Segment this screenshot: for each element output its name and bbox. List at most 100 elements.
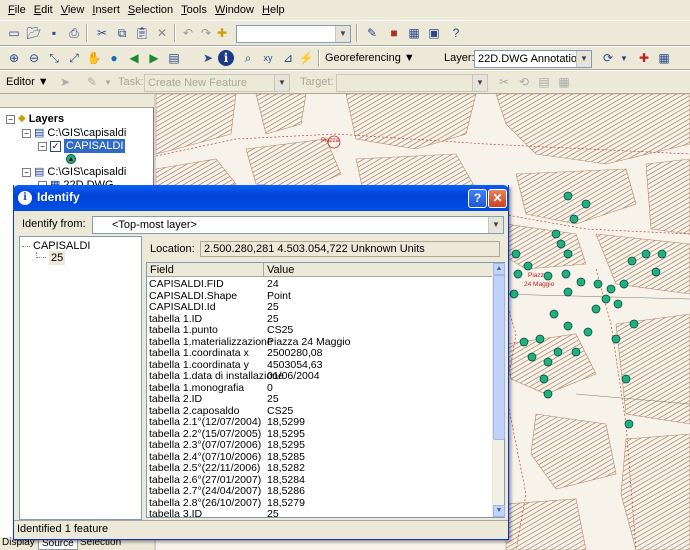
go-to-xy-icon[interactable]: xy	[258, 48, 278, 68]
print-icon[interactable]: ⎙	[64, 23, 84, 43]
target-select[interactable]: ▼	[336, 74, 488, 92]
split-tool-icon[interactable]: ✂	[494, 72, 514, 92]
scroll-up-icon[interactable]: ▲	[493, 263, 505, 275]
forward-extent-icon[interactable]: ▶	[144, 48, 164, 68]
fixed-zoom-out-icon[interactable]: ⤢	[64, 48, 84, 68]
pan-icon[interactable]: ✋	[84, 48, 104, 68]
menu-item[interactable]: View	[57, 0, 89, 20]
chevron-down-icon[interactable]: ▼	[98, 72, 118, 92]
menu-item[interactable]: Edit	[30, 0, 57, 20]
table-row[interactable]: tabella 1.monografia 0	[147, 382, 493, 394]
undo-icon[interactable]: ↶	[178, 23, 198, 43]
toolbar-separator	[86, 24, 88, 42]
table-row[interactable]: tabella 2.ID 25	[147, 394, 493, 405]
task-select[interactable]: Create New Feature ▼	[144, 74, 290, 92]
toc-item-label: C:\GIS\capisaldi	[47, 127, 127, 139]
collapse-icon[interactable]: −	[22, 167, 31, 177]
table-row[interactable]: tabella 2.caposaldo CS25	[147, 405, 493, 417]
table-row[interactable]: tabella 2.3°(07/07/2006) 18,5295	[147, 440, 493, 451]
menu-item[interactable]: File	[4, 0, 30, 20]
table-row[interactable]: CAPISALDI.FID 24	[147, 279, 493, 290]
whats-this-icon[interactable]: ?	[446, 23, 466, 43]
layout-icon[interactable]: ▤	[164, 48, 184, 68]
table-row[interactable]: tabella 1.materializzazione Piazza 24 Mag…	[147, 336, 493, 348]
scroll-down-icon[interactable]: ▼	[493, 505, 505, 517]
editor-menu[interactable]: Editor ▼	[6, 72, 49, 92]
menu-item[interactable]: Help	[258, 0, 289, 20]
window-icon[interactable]: ▣	[424, 23, 444, 43]
find-icon[interactable]: ⌕	[238, 48, 258, 68]
identify-title-bar[interactable]: i Identify ? ✕	[13, 185, 509, 211]
scroll-thumb[interactable]	[493, 275, 505, 440]
table-row[interactable]: tabella 2.1°(12/07/2004) 18,5299	[147, 417, 493, 428]
chevron-down-icon[interactable]: ▼	[614, 48, 634, 68]
chevron-down-icon: ▼	[576, 51, 591, 67]
add-data-icon[interactable]: ✚	[212, 23, 232, 43]
copy-icon[interactable]: ⧉	[112, 23, 132, 43]
sketch-properties-icon[interactable]: ▦	[554, 72, 574, 92]
column-header-value[interactable]: Value	[264, 263, 504, 277]
rotate-tool-icon[interactable]: ⟲	[514, 72, 534, 92]
menu-item[interactable]: Selection	[124, 0, 177, 20]
arccatalog-icon[interactable]: ▦	[404, 23, 424, 43]
table-row[interactable]: tabella 2.5°(22/11/2006) 18,5282	[147, 463, 493, 474]
zoom-in-icon[interactable]: ⊕	[4, 48, 24, 68]
paste-icon[interactable]: 📋︎	[132, 23, 152, 43]
zoom-out-icon[interactable]: ⊖	[24, 48, 44, 68]
save-icon[interactable]: ▪	[44, 23, 64, 43]
back-extent-icon[interactable]: ◀	[124, 48, 144, 68]
link-table-icon[interactable]: ▦	[654, 48, 674, 68]
toolbar-separator	[318, 49, 320, 67]
row-field: tabella 2.2°(15/07/2005)	[149, 427, 262, 440]
fixed-zoom-in-icon[interactable]: ⤡	[44, 48, 64, 68]
vertical-scrollbar[interactable]: ▲ ▼	[492, 263, 505, 517]
edit-tool-icon[interactable]: ➤	[55, 72, 75, 92]
menu-item[interactable]: Window	[211, 0, 258, 20]
toolbar-separator	[356, 24, 358, 42]
collapse-icon[interactable]: −	[38, 141, 47, 151]
toc-item-capisaldi[interactable]: − ✓ CAPISALDI	[38, 139, 126, 153]
menu-item[interactable]: Insert	[88, 0, 124, 20]
toc-item-workspace-1[interactable]: − ▤ C:\GIS\capisaldi	[22, 126, 126, 140]
collapse-icon[interactable]: −	[6, 114, 15, 124]
georeferencing-menu[interactable]: Georeferencing ▼	[325, 48, 415, 68]
table-row[interactable]: CAPISALDI.Id 25	[147, 302, 493, 313]
full-extent-icon[interactable]: ●	[104, 48, 124, 68]
table-row[interactable]: tabella 2.7°(24/04/2007) 18,5286	[147, 486, 493, 497]
table-row[interactable]: tabella 2.2°(15/07/2005) 18,5295	[147, 427, 493, 440]
help-button[interactable]: ?	[468, 189, 487, 208]
toc-item-workspace-2[interactable]: − ▤ C:\GIS\capisaldi	[22, 165, 126, 179]
table-row[interactable]: tabella 2.6°(27/01/2007) 18,5284	[147, 474, 493, 486]
identify-from-select[interactable]: <Top-most layer> ▼	[92, 216, 504, 234]
cut-icon[interactable]: ✂	[92, 23, 112, 43]
layer-visibility-checkbox[interactable]: ✓	[50, 140, 61, 152]
hyperlink-icon[interactable]: ⚡	[296, 48, 316, 68]
attributes-icon[interactable]: ▤	[534, 72, 554, 92]
delete-icon[interactable]: ✕	[152, 23, 172, 43]
table-row[interactable]: tabella 1.data di installazione 01/06/200…	[147, 371, 493, 382]
select-elements-icon[interactable]: ➤	[198, 48, 218, 68]
column-header-field[interactable]: Field	[147, 263, 264, 277]
table-row[interactable]: tabella 1.coordinata y 4503054,63	[147, 359, 493, 371]
tree-feature-node[interactable]: 25	[36, 251, 66, 265]
table-row[interactable]: tabella 2.8°(26/10/2007) 18,5279	[147, 497, 493, 509]
arctoolbox-icon[interactable]: ■	[384, 23, 404, 43]
editor-toolbar-icon[interactable]: ✎	[362, 23, 382, 43]
close-button[interactable]: ✕	[488, 189, 507, 208]
measure-icon[interactable]: ⊿	[278, 48, 298, 68]
table-row[interactable]: tabella 2.4°(07/10/2006) 18,5285	[147, 451, 493, 463]
identify-icon[interactable]: i	[218, 50, 234, 66]
open-folder-icon[interactable]: 📂︎	[24, 23, 44, 43]
table-row[interactable]: tabella 1.ID 25	[147, 313, 493, 325]
table-row[interactable]: tabella 3.ID 25	[147, 509, 493, 518]
table-row[interactable]: CAPISALDI.Shape Point	[147, 290, 493, 302]
table-row[interactable]: tabella 1.coordinata x 2500280,08	[147, 348, 493, 359]
layer-select[interactable]: 22D.DWG Annotation ▼	[474, 50, 592, 68]
menu-item[interactable]: Tools	[177, 0, 211, 20]
new-document-icon[interactable]: ▭	[4, 23, 24, 43]
map-scale-combo[interactable]: ▼	[236, 25, 351, 43]
table-row[interactable]: tabella 1.punto CS25	[147, 325, 493, 336]
toc-root-layers[interactable]: − ◆ Layers	[6, 112, 64, 126]
add-control-points-icon[interactable]: ✚	[634, 48, 654, 68]
collapse-icon[interactable]: −	[22, 128, 31, 138]
